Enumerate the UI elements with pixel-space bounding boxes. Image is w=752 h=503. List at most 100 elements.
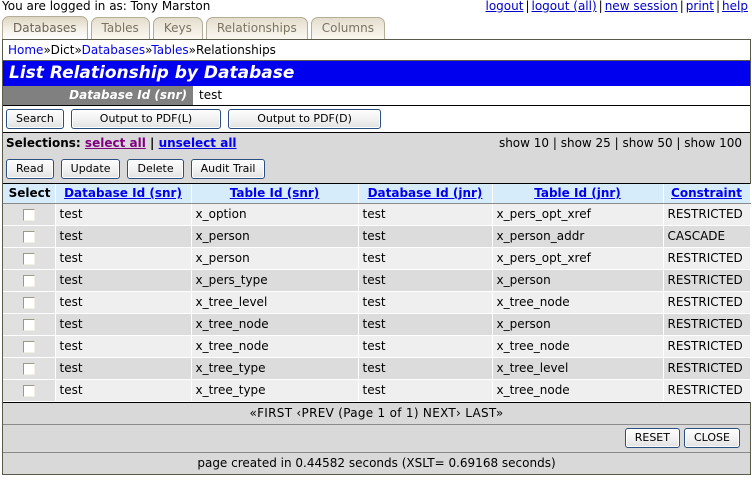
breadcrumb-item-dict: Dict [51,43,75,57]
breadcrumb: Home»Dict»Databases»Tables»Relationships [3,40,750,61]
read-button[interactable]: Read [6,159,54,179]
filter-field-row: Database Id (snr) test [3,86,750,106]
link-separator: | [597,0,605,13]
column-header-database-id-jnr[interactable]: Database Id (jnr) [358,184,492,204]
cell-database-id-snr: test [55,380,191,402]
link-separator: | [678,0,686,13]
output-to-pdf-l-button[interactable]: Output to PDF(L) [71,109,221,129]
cell-database-id-snr: test [55,204,191,226]
cell-database-id-snr: test [55,248,191,270]
row-select-cell[interactable] [3,358,55,380]
breadcrumb-item-databases[interactable]: Databases [82,43,146,57]
column-sort-link[interactable]: Database Id (snr) [64,186,182,200]
cell-constraint: RESTRICTED [663,380,750,402]
row-select-cell[interactable] [3,270,55,292]
column-sort-link[interactable]: Database Id (jnr) [368,186,483,200]
selections-bar: Selections: select all | unselect all sh… [3,133,750,157]
reset-button[interactable]: RESET [625,428,680,448]
print-link[interactable]: print [686,0,714,13]
tab-columns[interactable]: Columns [311,17,385,39]
row-select-cell[interactable] [3,226,55,248]
row-checkbox[interactable] [23,319,35,331]
cell-database-id-jnr: test [358,380,492,402]
cell-database-id-jnr: test [358,204,492,226]
close-button[interactable]: CLOSE [684,428,740,448]
new-session-link[interactable]: new session [605,0,678,13]
row-select-cell[interactable] [3,314,55,336]
cell-database-id-jnr: test [358,226,492,248]
cell-table-id-snr: x_person [191,248,358,270]
table-row[interactable]: test x_tree_type test x_tree_node RESTRI… [3,380,750,402]
selections-label: Selections: [6,136,81,150]
cell-database-id-jnr: test [358,336,492,358]
table-header-row: Select Database Id (snr) Table Id (snr) … [3,184,750,204]
row-select-cell[interactable] [3,336,55,358]
row-select-cell[interactable] [3,248,55,270]
page-title: List Relationship by Database [3,61,750,86]
table-row[interactable]: test x_tree_level test x_tree_node RESTR… [3,292,750,314]
unselect-all-link[interactable]: unselect all [159,136,237,150]
tab-strip: Databases Tables Keys Relationships Columns [0,16,752,39]
row-checkbox[interactable] [23,209,35,221]
table-row[interactable]: test x_person test x_pers_opt_xref RESTR… [3,248,750,270]
logout-all-link[interactable]: logout (all) [532,0,597,13]
audit-trail-button[interactable]: Audit Trail [191,159,266,179]
row-select-cell[interactable] [3,204,55,226]
cell-database-id-jnr: test [358,358,492,380]
show-count-options[interactable]: show 10 | show 25 | show 50 | show 100 [499,136,742,150]
select-all-link[interactable]: select all [85,136,146,150]
output-to-pdf-d-button[interactable]: Output to PDF(D) [228,109,381,129]
row-checkbox[interactable] [23,297,35,309]
update-button[interactable]: Update [61,159,121,179]
table-row[interactable]: test x_tree_node test x_person RESTRICTE… [3,314,750,336]
logout-link[interactable]: logout [486,0,524,13]
help-link[interactable]: help [722,0,748,13]
breadcrumb-item-tables[interactable]: Tables [151,43,188,57]
row-select-cell[interactable] [3,292,55,314]
tab-databases[interactable]: Databases [2,16,88,39]
row-checkbox[interactable] [23,253,35,265]
relationships-table: Select Database Id (snr) Table Id (snr) … [3,184,751,402]
column-header-select: Select [3,184,55,204]
tab-label: Keys [164,21,192,35]
tab-tables[interactable]: Tables [91,17,150,39]
table-row[interactable]: test x_tree_node test x_tree_node RESTRI… [3,336,750,358]
cell-table-id-snr: x_tree_node [191,336,358,358]
table-row[interactable]: test x_person test x_person_addr CASCADE [3,226,750,248]
action-button-row: Read Update Delete Audit Trail [3,157,750,184]
row-checkbox[interactable] [23,385,35,397]
cell-table-id-snr: x_tree_node [191,314,358,336]
row-checkbox[interactable] [23,231,35,243]
column-header-table-id-jnr[interactable]: Table Id (jnr) [492,184,663,204]
filter-field-value: test [193,86,750,105]
row-select-cell[interactable] [3,380,55,402]
breadcrumb-separator: » [189,43,196,57]
column-header-constraint[interactable]: Constraint [663,184,750,204]
table-body: test x_option test x_pers_opt_xref RESTR… [3,204,750,402]
cell-constraint: CASCADE [663,226,750,248]
pagination-bar[interactable]: «FIRST ‹PREV (Page 1 of 1) NEXT› LAST» [3,402,750,425]
table-row[interactable]: test x_tree_type test x_tree_level RESTR… [3,358,750,380]
cell-table-id-snr: x_pers_type [191,270,358,292]
tab-keys[interactable]: Keys [153,17,203,39]
cell-table-id-jnr: x_person_addr [492,226,663,248]
cell-table-id-jnr: x_tree_node [492,380,663,402]
row-checkbox[interactable] [23,341,35,353]
row-checkbox[interactable] [23,275,35,287]
column-header-database-id-snr[interactable]: Database Id (snr) [55,184,191,204]
tab-relationships[interactable]: Relationships [206,17,308,39]
column-sort-link[interactable]: Table Id (jnr) [534,186,621,200]
search-button[interactable]: Search [6,109,64,129]
table-row[interactable]: test x_option test x_pers_opt_xref RESTR… [3,204,750,226]
tab-label: Relationships [217,21,297,35]
table-row[interactable]: test x_pers_type test x_person RESTRICTE… [3,270,750,292]
breadcrumb-item-home[interactable]: Home [8,43,43,57]
column-header-table-id-snr[interactable]: Table Id (snr) [191,184,358,204]
delete-button[interactable]: Delete [127,159,183,179]
column-sort-link[interactable]: Constraint [671,186,742,200]
tab-label: Tables [102,21,139,35]
column-sort-link[interactable]: Table Id (snr) [230,186,320,200]
cell-table-id-jnr: x_pers_opt_xref [492,248,663,270]
cell-database-id-jnr: test [358,248,492,270]
row-checkbox[interactable] [23,363,35,375]
